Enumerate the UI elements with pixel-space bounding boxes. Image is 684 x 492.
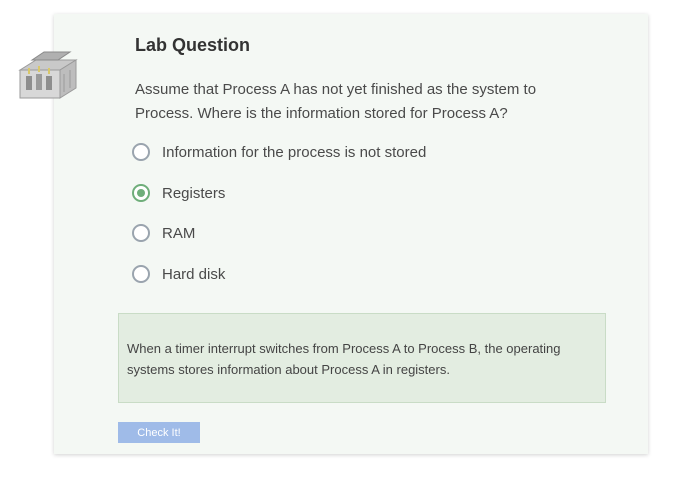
feedback-box: When a timer interrupt switches from Pro… xyxy=(118,313,606,403)
question-text: Assume that Process A has not yet finish… xyxy=(135,81,537,122)
option-label: Hard disk xyxy=(162,265,226,283)
option-hard-disk[interactable]: Hard disk xyxy=(132,262,225,286)
lab-building-icon xyxy=(18,51,78,99)
page: Lab Question Assume that Process A has n… xyxy=(0,0,684,492)
option-registers[interactable]: Registers xyxy=(132,181,225,205)
option-ram[interactable]: RAM xyxy=(132,221,195,245)
option-label: Registers xyxy=(162,184,226,202)
radio-hard-disk[interactable] xyxy=(132,265,150,283)
check-it-button[interactable]: Check It! xyxy=(118,422,200,443)
option-label: Information for the process is not store… xyxy=(162,143,427,161)
option-label: RAM xyxy=(162,224,196,242)
lab-question-title: Lab Question xyxy=(135,35,251,55)
option-not-stored[interactable]: Information for the process is not store… xyxy=(132,140,426,164)
radio-not-stored[interactable] xyxy=(132,143,150,161)
radio-registers-selected[interactable] xyxy=(132,184,150,202)
radio-ram[interactable] xyxy=(132,224,150,242)
